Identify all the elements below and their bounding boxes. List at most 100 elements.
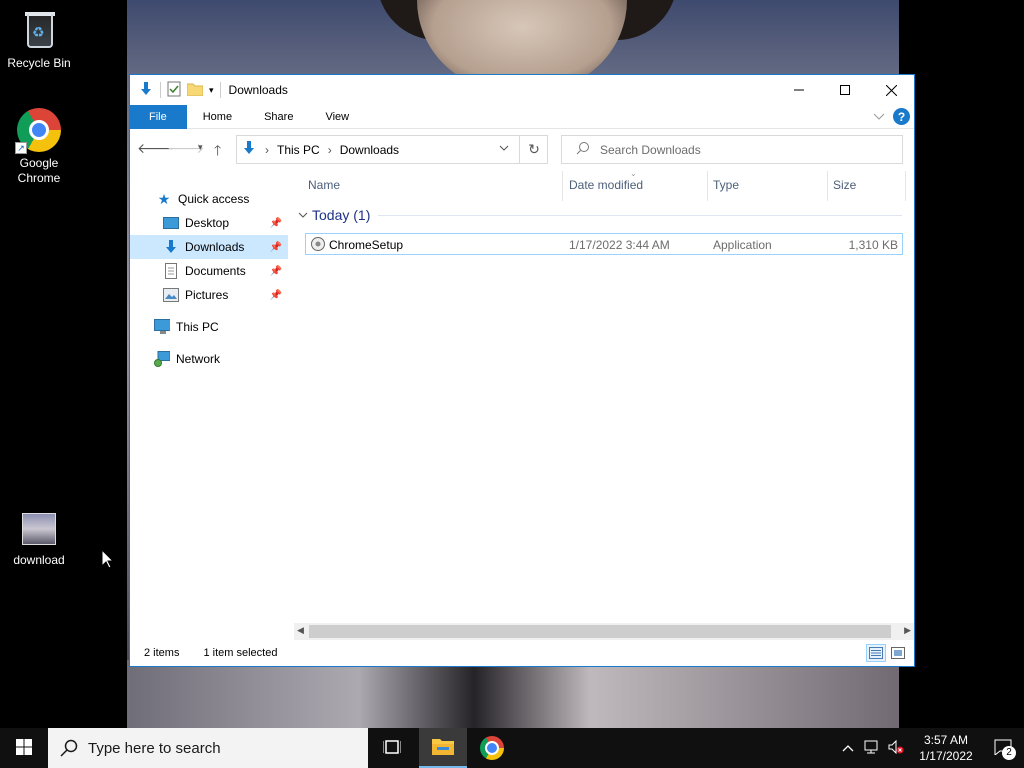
scroll-right-icon[interactable]: ▶ xyxy=(904,625,911,636)
file-explorer-window: ▾ Downloads File Home Share View ? 🡐 🡒 ▾… xyxy=(129,74,915,667)
desktop-icon-download[interactable]: download xyxy=(1,513,77,568)
address-dropdown-icon[interactable] xyxy=(499,142,509,156)
column-header-type[interactable]: Type xyxy=(713,178,739,192)
clock-time: 3:57 AM xyxy=(923,733,969,747)
taskbar: Type here to search 3:57 AM 1/17/2022 2 xyxy=(0,728,1024,768)
column-header-date-modified[interactable]: Date modified xyxy=(569,178,643,192)
customize-toolbar-dropdown-icon[interactable]: ▾ xyxy=(209,85,214,96)
file-explorer-icon xyxy=(432,737,454,758)
task-view-icon xyxy=(382,739,402,758)
taskbar-file-explorer[interactable] xyxy=(419,728,467,768)
back-button[interactable]: 🡐 xyxy=(137,140,175,157)
large-icons-view-icon[interactable] xyxy=(888,644,908,662)
task-view-button[interactable] xyxy=(368,728,416,768)
volume-muted-icon[interactable] xyxy=(888,739,904,757)
file-name: ChromeSetup xyxy=(329,238,404,252)
nav-desktop[interactable]: Desktop 📌 xyxy=(130,211,288,235)
search-icon xyxy=(60,739,78,761)
collapse-chevron-icon[interactable] xyxy=(298,207,308,223)
tab-share[interactable]: Share xyxy=(248,105,309,129)
taskbar-search-box[interactable]: Type here to search xyxy=(48,728,368,768)
breadcrumb-downloads[interactable]: Downloads xyxy=(340,143,399,157)
scrollbar-thumb[interactable] xyxy=(309,625,891,638)
search-placeholder: Search Downloads xyxy=(600,142,701,157)
refresh-button[interactable]: ↻ xyxy=(519,135,548,164)
file-type: Application xyxy=(713,238,772,252)
pin-icon[interactable]: 📌 xyxy=(270,242,282,253)
file-list: Name Date modified ⌄ Type Size Today (1) xyxy=(294,169,914,640)
column-headers: Name Date modified ⌄ Type Size xyxy=(294,169,914,201)
desktop-icon-label: download xyxy=(13,553,65,567)
pin-icon[interactable]: 📌 xyxy=(270,266,282,277)
nav-network[interactable]: Network xyxy=(130,347,288,371)
search-input[interactable]: Search Downloads xyxy=(561,135,903,164)
up-button[interactable]: 🡑 xyxy=(214,140,221,164)
download-arrow-icon xyxy=(138,81,154,100)
close-button[interactable] xyxy=(868,75,914,105)
nav-label: Documents xyxy=(185,264,246,278)
taskbar-chrome[interactable] xyxy=(468,728,516,768)
nav-this-pc[interactable]: This PC xyxy=(130,315,288,339)
chrome-icon xyxy=(480,736,504,760)
network-status-icon[interactable] xyxy=(864,740,880,757)
clock-date: 1/17/2022 xyxy=(919,749,973,763)
nav-downloads[interactable]: Downloads 📌 xyxy=(130,235,288,259)
tab-file[interactable]: File xyxy=(130,104,187,129)
navigation-pane: ★ Quick access Desktop 📌 Downloads 📌 Doc… xyxy=(130,171,288,640)
scroll-left-icon[interactable]: ◀ xyxy=(297,625,304,636)
chrome-icon: ↗ xyxy=(15,108,61,154)
details-view-icon[interactable] xyxy=(866,644,886,662)
search-icon xyxy=(576,141,590,158)
action-center-button[interactable]: 2 xyxy=(982,728,1024,768)
address-row: 🡐 🡒 ▾ 🡑 › This PC › Downloads ↻ Search D… xyxy=(130,129,914,169)
breadcrumb-separator-icon: › xyxy=(265,142,269,157)
properties-icon[interactable] xyxy=(167,81,181,100)
quick-access-toolbar: ▾ xyxy=(130,81,221,100)
address-bar[interactable]: › This PC › Downloads xyxy=(236,135,548,164)
breadcrumb-this-pc[interactable]: This PC xyxy=(277,143,320,157)
computer-icon xyxy=(154,319,170,335)
nav-label: Network xyxy=(176,352,221,366)
table-row[interactable]: ChromeSetup 1/17/2022 3:44 AM Applicatio… xyxy=(305,233,903,255)
title-bar[interactable]: ▾ Downloads xyxy=(130,75,914,105)
nav-label: Downloads xyxy=(185,240,245,254)
pin-icon[interactable]: 📌 xyxy=(270,218,282,229)
nav-quick-access[interactable]: ★ Quick access xyxy=(130,187,288,211)
file-date: 1/17/2022 3:44 AM xyxy=(569,238,670,252)
selection-count: 1 item selected xyxy=(203,647,278,659)
minimize-button[interactable] xyxy=(776,75,822,105)
recent-locations-icon[interactable]: ▾ xyxy=(198,142,203,153)
nav-documents[interactable]: Documents 📌 xyxy=(130,259,288,283)
nav-label: Quick access xyxy=(178,192,250,206)
pin-icon[interactable]: 📌 xyxy=(270,290,282,301)
recycle-bin-icon: ♻ xyxy=(17,8,61,52)
clock[interactable]: 3:57 AM 1/17/2022 xyxy=(910,732,982,764)
show-hidden-icons-chevron-icon[interactable] xyxy=(842,741,854,755)
group-header[interactable]: Today (1) xyxy=(298,207,902,223)
forward-button[interactable]: 🡒 xyxy=(167,140,205,157)
image-file-icon xyxy=(17,513,61,549)
shortcut-arrow-icon: ↗ xyxy=(15,142,27,154)
breadcrumb-separator-icon: › xyxy=(327,142,332,157)
status-bar: 2 items 1 item selected xyxy=(130,640,914,666)
expand-ribbon-icon[interactable] xyxy=(873,110,885,124)
pictures-icon xyxy=(163,287,179,303)
tab-home[interactable]: Home xyxy=(187,105,248,129)
item-count: 2 items xyxy=(144,647,180,659)
desktop-icon-label: Google Chrome xyxy=(17,156,61,185)
horizontal-scrollbar[interactable]: ◀ ▶ xyxy=(294,623,914,640)
downloads-icon xyxy=(163,239,179,255)
start-button[interactable] xyxy=(0,728,48,768)
sort-indicator-icon: ⌄ xyxy=(630,169,637,178)
tab-view[interactable]: View xyxy=(309,105,365,129)
column-header-size[interactable]: Size xyxy=(833,178,856,192)
nav-pictures[interactable]: Pictures 📌 xyxy=(130,283,288,307)
column-header-name[interactable]: Name xyxy=(308,178,340,192)
maximize-button[interactable] xyxy=(822,75,868,105)
window-title: Downloads xyxy=(228,83,288,97)
help-icon[interactable]: ? xyxy=(893,108,910,125)
desktop-icon-google-chrome[interactable]: ↗ Google Chrome xyxy=(1,108,77,186)
desktop-icon-recycle-bin[interactable]: ♻ Recycle Bin xyxy=(1,8,77,71)
ribbon: File Home Share View ? xyxy=(130,104,914,129)
new-folder-icon[interactable] xyxy=(186,82,204,99)
